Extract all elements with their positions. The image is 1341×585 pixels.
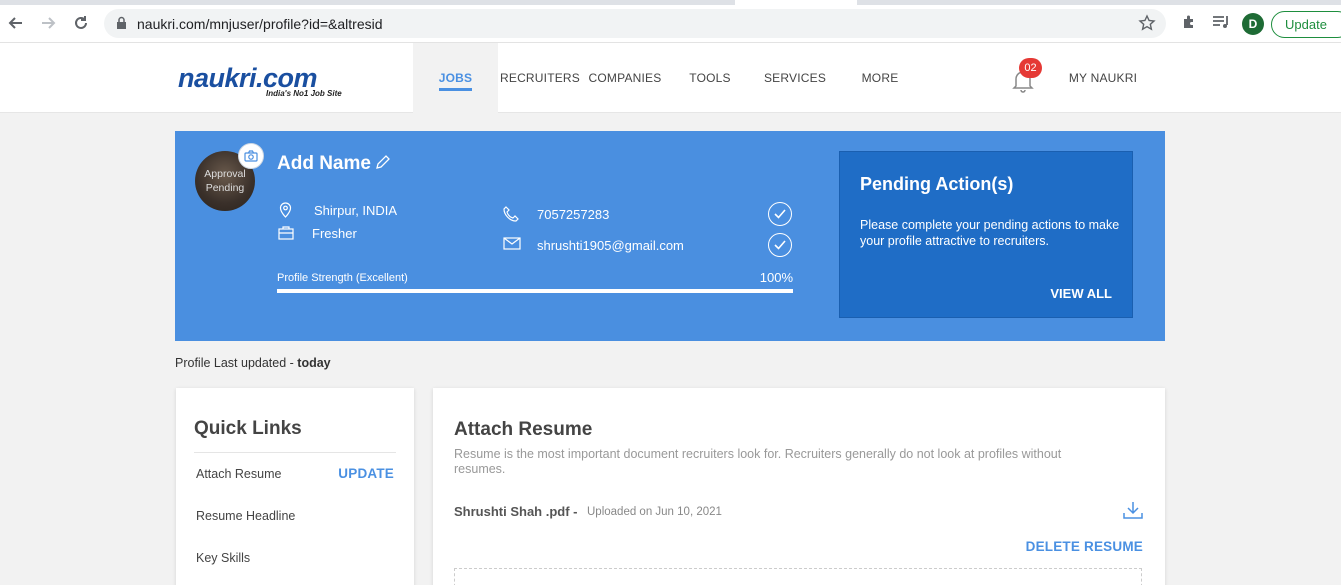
nav-jobs[interactable]: JOBS <box>413 43 498 113</box>
profile-strength-percent: 100% <box>759 270 793 285</box>
notification-badge: 02 <box>1019 58 1042 78</box>
quick-link-attach-resume[interactable]: Attach Resume <box>196 467 281 481</box>
phone-icon <box>503 206 519 227</box>
logo-tagline: India's No1 Job Site <box>266 89 342 98</box>
camera-icon[interactable] <box>238 143 264 169</box>
back-arrow-icon[interactable] <box>6 13 26 33</box>
active-tab[interactable] <box>735 0 857 5</box>
resume-upload-date: Uploaded on Jun 10, 2021 <box>587 506 722 518</box>
browser-update-label: Update <box>1285 17 1327 32</box>
profile-card: Approval Pending Add Name Shirpur, INDIA… <box>175 131 1165 341</box>
phone-verified-check-icon <box>768 202 792 226</box>
quick-links-panel: Quick Links Attach Resume UPDATE Resume … <box>176 388 414 585</box>
profile-strength-fill <box>277 289 793 293</box>
pending-actions-panel: Pending Action(s) Please complete your p… <box>839 151 1133 318</box>
forward-arrow-icon[interactable] <box>38 13 58 33</box>
lock-icon <box>116 16 127 35</box>
url-text: naukri.com/mnjuser/profile?id=&altresid <box>137 16 383 32</box>
profile-name: Add Name <box>277 153 371 174</box>
address-bar[interactable]: naukri.com/mnjuser/profile?id=&altresid <box>104 9 1166 38</box>
resume-dropzone[interactable] <box>454 568 1142 585</box>
nav-recruiters-label: RECRUITERS <box>500 71 581 85</box>
extensions-puzzle-icon[interactable] <box>1181 14 1197 35</box>
bookmark-star-icon[interactable] <box>1138 14 1156 37</box>
email-envelope-icon <box>503 237 521 255</box>
profile-location: Shirpur, INDIA <box>314 203 398 218</box>
email-verified-check-icon <box>768 233 792 257</box>
profile-experience: Fresher <box>312 226 357 241</box>
attach-resume-title: Attach Resume <box>454 419 593 440</box>
last-updated-value: today <box>297 356 331 370</box>
profile-strength-label: Profile Strength (Excellent) <box>277 272 408 284</box>
profile-email: shrushti1905@gmail.com <box>537 238 684 253</box>
resume-file-name: Shrushti Shah .pdf - <box>454 504 578 519</box>
download-icon[interactable] <box>1123 501 1143 524</box>
tab-strip <box>0 0 1341 5</box>
profile-phone: 7057257283 <box>537 207 610 222</box>
nav-more[interactable]: MORE <box>840 43 920 113</box>
nav-tools[interactable]: TOOLS <box>670 43 750 113</box>
quick-link-key-skills[interactable]: Key Skills <box>196 551 250 565</box>
reload-icon[interactable] <box>71 13 91 33</box>
attach-resume-panel: Attach Resume Resume is the most importa… <box>433 388 1165 585</box>
nav-services-label: SERVICES <box>763 71 827 85</box>
profile-last-updated: Profile Last updated - today <box>175 356 331 370</box>
quick-link-resume-headline[interactable]: Resume Headline <box>196 509 295 523</box>
nav-jobs-label: JOBS <box>438 71 473 91</box>
view-all-link[interactable]: VIEW ALL <box>1050 286 1112 301</box>
site-header: naukri.com India's No1 Job Site JOBS REC… <box>0 43 1341 113</box>
nav-recruiters[interactable]: RECRUITERS <box>500 43 580 113</box>
browser-profile-avatar[interactable]: D <box>1242 13 1264 35</box>
nav-companies-label: COMPANIES <box>588 71 662 85</box>
avatar-status: Approval Pending <box>204 168 246 194</box>
nav-tools-label: TOOLS <box>689 71 731 85</box>
delete-resume-button[interactable]: DELETE RESUME <box>1026 539 1143 554</box>
media-queue-icon[interactable] <box>1212 14 1230 35</box>
divider <box>194 452 396 453</box>
browser-update-button[interactable]: Update <box>1271 11 1341 38</box>
quick-links-title: Quick Links <box>194 418 302 439</box>
browser-toolbar: naukri.com/mnjuser/profile?id=&altresid … <box>0 0 1341 43</box>
location-pin-icon <box>279 202 292 223</box>
attach-resume-description: Resume is the most important document re… <box>454 447 1062 476</box>
naukri-logo[interactable]: naukri.com India's No1 Job Site <box>178 63 363 103</box>
pending-actions-text: Please complete your pending actions to … <box>860 218 1120 248</box>
nav-my-naukri-label: MY NAUKRI <box>1068 71 1138 85</box>
nav-companies[interactable]: COMPANIES <box>585 43 665 113</box>
nav-my-naukri[interactable]: MY NAUKRI <box>1062 43 1144 113</box>
profile-strength-bar <box>277 289 793 293</box>
last-updated-prefix: Profile Last updated - <box>175 356 298 370</box>
quick-link-update-button[interactable]: UPDATE <box>338 466 394 481</box>
nav-more-label: MORE <box>861 71 899 85</box>
pending-actions-title: Pending Action(s) <box>860 174 1014 194</box>
nav-services[interactable]: SERVICES <box>755 43 835 113</box>
briefcase-icon <box>278 226 294 245</box>
edit-pencil-icon[interactable] <box>375 154 391 175</box>
